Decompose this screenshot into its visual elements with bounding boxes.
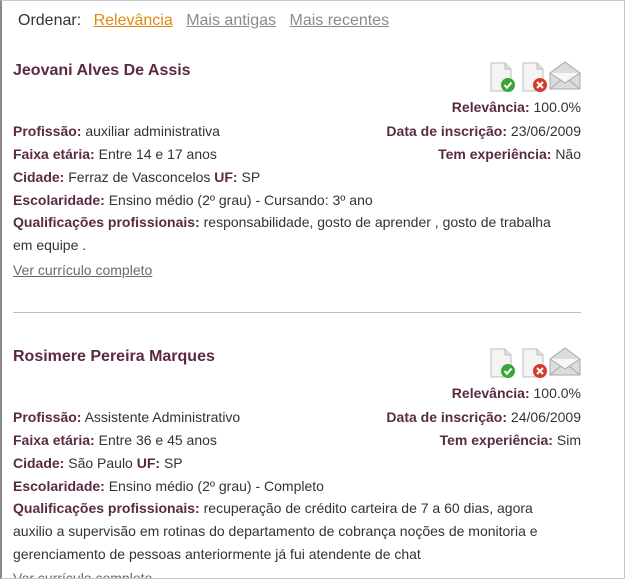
qualifications-label: Qualificações profissionais: (13, 500, 200, 516)
profession-value: auxiliar administrativa (85, 123, 220, 139)
qualifications-row: Qualificações profissionais: recuperação… (13, 497, 573, 566)
experience-label: Tem experiência: (439, 432, 553, 448)
profession-row: Profissão: auxiliar administrativa Data … (13, 123, 581, 139)
sort-newest-link[interactable]: Mais recentes (289, 12, 389, 29)
qualifications-label: Qualificações profissionais: (13, 214, 200, 230)
education-row: Escolaridade: Ensino médio (2º grau) - C… (13, 478, 581, 494)
experience-value: Não (555, 146, 581, 162)
state-label: UF: (214, 169, 238, 185)
state-value: SP (241, 169, 261, 185)
profession-row: Profissão: Assistente Administrativo Dat… (13, 409, 581, 425)
sort-oldest-link[interactable]: Mais antigas (186, 12, 276, 29)
profession-value: Assistente Administrativo (84, 409, 241, 425)
profession-label: Profissão: (13, 123, 82, 139)
view-resume-link[interactable]: Ver currículo completo (13, 570, 152, 578)
candidate-name: Rosimere Pereira Marques (13, 348, 215, 365)
education-value: Ensino médio (2º grau) - Cursando: 3º an… (108, 192, 373, 208)
registration-label: Data de inscrição: (386, 409, 508, 425)
education-value: Ensino médio (2º grau) - Completo (108, 478, 324, 494)
city-label: Cidade: (13, 169, 65, 185)
city-value: São Paulo (68, 455, 133, 471)
education-label: Escolaridade: (13, 478, 105, 494)
candidate-actions (487, 59, 581, 93)
view-resume-link[interactable]: Ver currículo completo (13, 262, 152, 278)
sort-bar: Ordenar: Relevância Mais antigas Mais re… (18, 12, 398, 30)
relevance-label: Relevância: (451, 99, 530, 115)
city-row: Cidade: São Paulo UF: SP (13, 455, 581, 471)
experience-value: Sim (556, 432, 581, 448)
age-row: Faixa etária: Entre 14 e 17 anos Tem exp… (13, 146, 581, 162)
state-label: UF: (136, 455, 161, 471)
candidate-actions (487, 345, 581, 379)
divider (13, 312, 581, 313)
qualifications-row: Qualificações profissionais: responsabil… (13, 211, 573, 257)
state-value: SP (163, 455, 183, 471)
profession-label: Profissão: (13, 409, 82, 425)
education-row: Escolaridade: Ensino médio (2º grau) - C… (13, 192, 581, 208)
sort-label: Ordenar: (18, 12, 82, 29)
age-label: Faixa etária: (13, 146, 95, 162)
relevance-value: 100.0% (533, 99, 581, 115)
relevance-label: Relevância: (451, 385, 530, 401)
city-row: Cidade: Ferraz de Vasconcelos UF: SP (13, 169, 581, 185)
registration-label: Data de inscrição: (386, 123, 508, 139)
mail-icon[interactable] (549, 61, 581, 90)
mail-icon[interactable] (549, 347, 581, 376)
approve-doc-icon[interactable] (490, 62, 515, 92)
sort-relevance-link[interactable]: Relevância (94, 12, 173, 29)
experience-label: Tem experiência: (438, 146, 552, 162)
reject-doc-icon[interactable] (522, 62, 547, 92)
candidate-name: Jeovani Alves De Assis (13, 62, 191, 79)
education-label: Escolaridade: (13, 192, 105, 208)
registration-value: 24/06/2009 (510, 409, 581, 425)
age-label: Faixa etária: (13, 432, 95, 448)
relevance-value: 100.0% (533, 385, 581, 401)
age-value: Entre 36 e 45 anos (98, 432, 217, 448)
results-frame: Ordenar: Relevância Mais antigas Mais re… (0, 0, 625, 579)
city-value: Ferraz de Vasconcelos (68, 169, 211, 185)
age-value: Entre 14 e 17 anos (98, 146, 217, 162)
registration-value: 23/06/2009 (510, 123, 581, 139)
reject-doc-icon[interactable] (522, 348, 547, 378)
age-row: Faixa etária: Entre 36 e 45 anos Tem exp… (13, 432, 581, 448)
city-label: Cidade: (13, 455, 65, 471)
approve-doc-icon[interactable] (490, 348, 515, 378)
